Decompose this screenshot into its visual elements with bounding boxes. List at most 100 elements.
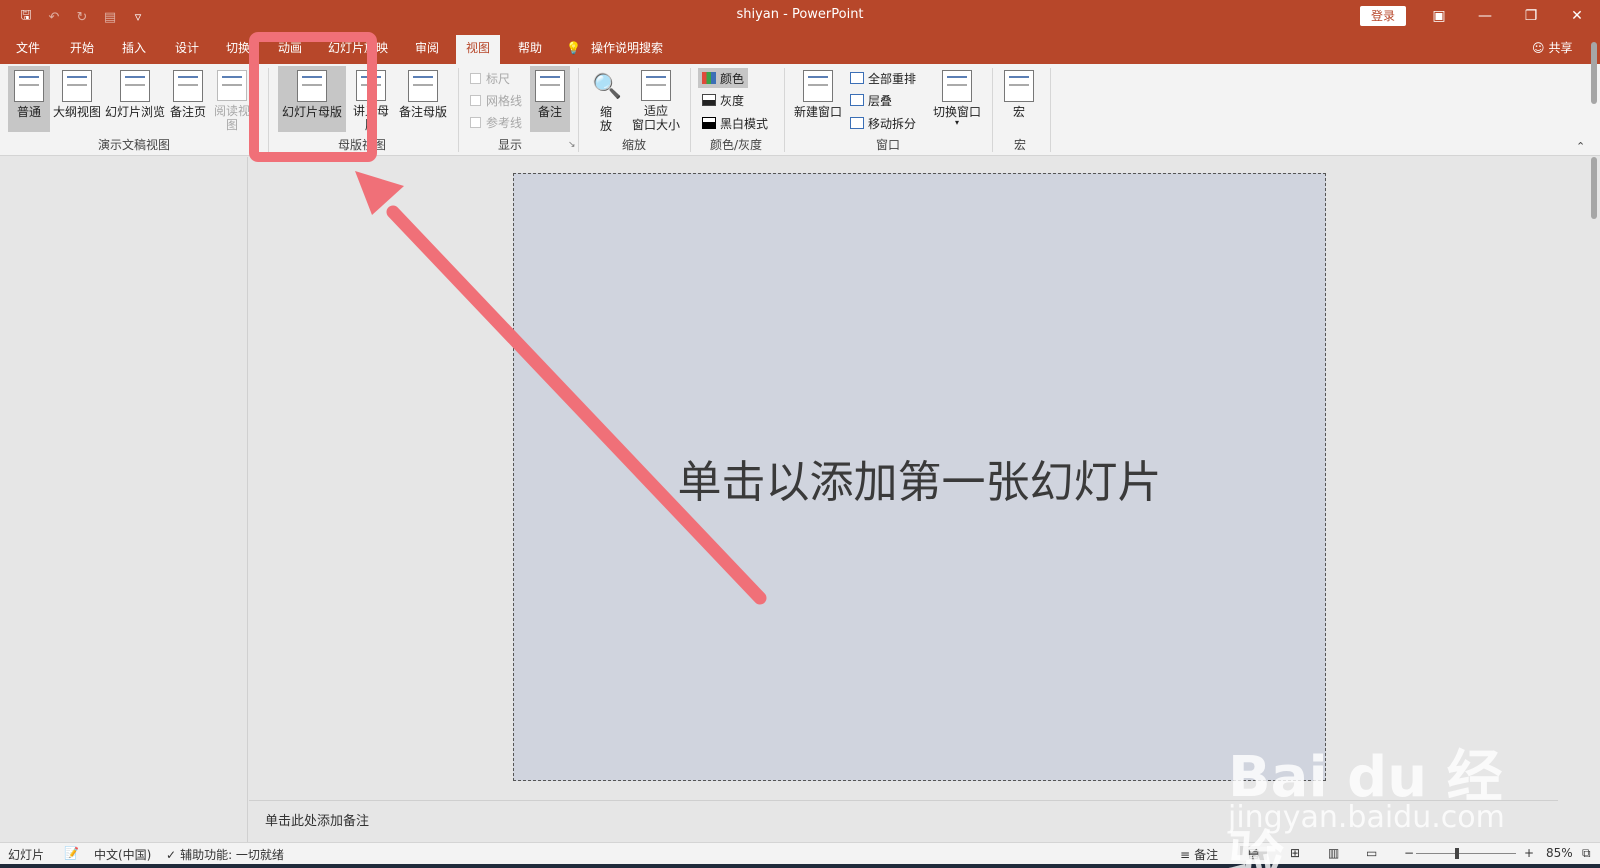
group-separator [784,68,785,152]
close-icon[interactable]: ✕ [1554,0,1600,32]
black-white-label: 黑白模式 [720,116,769,131]
tell-me-label: 操作说明搜索 [590,41,663,55]
title-bar: 🖫 ↶ ↻ ▤ ▿ shiyan - PowerPoint 登录 ▣ — ❐ ✕ [0,0,1600,32]
notes-page-icon [173,70,203,102]
tab-view[interactable]: 视图 [456,35,501,64]
reading-view-button[interactable]: 阅读视图 [210,66,254,132]
group-label-color: 颜色/灰度 [710,138,763,152]
outline-view-label: 大纲视图 [52,105,101,119]
notes-master-icon [408,70,438,102]
tab-review[interactable]: 审阅 [415,39,439,64]
gridlines-checkbox-box [470,95,481,106]
normal-view-button[interactable]: 普通 [8,66,50,132]
black-white-button[interactable]: 黑白模式 [698,113,772,133]
outline-view-icon [62,70,92,102]
collapse-ribbon-icon[interactable]: ⌃ [1576,140,1585,153]
slide-master-icon [297,70,327,102]
color-swatch-icon [702,72,716,84]
vertical-scrollbar[interactable] [1588,157,1600,842]
spelling-check-icon[interactable]: 📝 [64,846,79,860]
notes-icon [535,70,565,102]
magnifier-icon: 🔍 [592,72,622,100]
new-window-icon [803,70,833,102]
slide-sorter-icon [120,70,150,102]
slide-indicator[interactable]: 幻灯片 [8,846,44,863]
baidu-jingyan-watermark: Bai du 经验 jingyan.baidu.com [1228,700,1528,868]
normal-view-label: 普通 [16,105,41,119]
restore-icon[interactable]: ❐ [1508,0,1554,32]
guides-checkbox[interactable]: 参考线 [470,114,522,131]
switch-window-icon [942,70,972,102]
tab-help[interactable]: 帮助 [518,39,542,64]
notes-master-button[interactable]: 备注母版 [398,66,448,132]
reading-view-icon [217,70,247,101]
zoom-button[interactable]: 🔍 缩 放 [588,66,624,133]
ribbon-display-options-icon[interactable]: ▣ [1416,0,1462,32]
group-label-presentation-views: 演示文稿视图 [98,138,171,152]
move-split-button[interactable]: 移动拆分 [846,113,920,133]
normal-view-icon [14,70,44,102]
slide-master-label: 幻灯片母版 [281,105,342,119]
fit-to-window-label: 适应 窗口大小 [631,104,680,132]
handout-master-icon [356,70,386,101]
slide-thumbnail-pane[interactable] [0,157,248,842]
slide-sorter-label: 幻灯片浏览 [104,105,165,119]
notes-page-label: 备注页 [169,105,206,119]
black-white-icon [702,117,716,129]
grayscale-icon [702,94,716,106]
notes-page-button[interactable]: 备注页 [168,66,208,132]
grayscale-label: 灰度 [720,93,745,108]
group-separator [1050,68,1051,152]
gridlines-checkbox[interactable]: 网格线 [470,92,522,109]
minimize-icon[interactable]: — [1462,0,1508,32]
arrange-all-icon [850,72,864,84]
cascade-label: 层叠 [868,93,893,108]
macros-button[interactable]: 宏 [1000,66,1038,132]
color-mode-button[interactable]: 颜色 [698,68,749,88]
group-label-window: 窗口 [876,138,901,152]
cascade-button[interactable]: 层叠 [846,90,896,110]
ribbon-scrollbar-thumb[interactable] [1591,42,1597,104]
accessibility-label: 辅助功能: 一切就绪 [180,848,284,862]
scrollbar-thumb[interactable] [1591,157,1597,219]
color-mode-label: 颜色 [720,71,745,86]
zoom-level[interactable]: 85% [1546,846,1573,860]
ribbon-view: 普通 大纲视图 幻灯片浏览 备注页 阅读视图 演示文稿视图 幻灯片母版 讲义母版… [0,64,1600,156]
tab-file[interactable]: 文件 [16,39,40,64]
new-window-label: 新建窗口 [793,105,842,119]
macros-label: 宏 [1012,105,1025,119]
tab-transitions[interactable]: 切换 [226,39,250,64]
notes-toggle-button[interactable]: 备注 [530,66,570,132]
ruler-checkbox[interactable]: 标尺 [470,70,510,87]
tab-slideshow[interactable]: 幻灯片放映 [328,39,388,64]
fit-to-window-button[interactable]: 适应 窗口大小 [628,66,684,132]
tell-me-search[interactable]: 💡 操作说明搜索 [566,39,663,56]
accessibility-status[interactable]: ✓ 辅助功能: 一切就绪 [166,846,284,863]
login-button[interactable]: 登录 [1360,6,1406,26]
empty-slide-placeholder[interactable]: 单击以添加第一张幻灯片 [513,173,1326,781]
grayscale-button[interactable]: 灰度 [698,90,748,110]
language-indicator[interactable]: 中文(中国) [94,846,151,863]
notes-status-button[interactable]: ≡ 备注 [1180,846,1218,863]
outline-view-button[interactable]: 大纲视图 [52,66,102,132]
tab-animations[interactable]: 动画 [278,39,302,64]
tab-insert[interactable]: 插入 [122,39,146,64]
lightbulb-icon: 💡 [566,40,581,55]
guides-label: 参考线 [486,116,523,130]
slide-master-button[interactable]: 幻灯片母版 [278,66,346,132]
show-dialog-launcher-icon[interactable]: ↘ [568,140,576,150]
group-separator [268,68,269,152]
group-label-show: 显示 [498,138,523,152]
new-window-button[interactable]: 新建窗口 [792,66,844,132]
move-split-label: 移动拆分 [868,116,917,131]
handout-master-button[interactable]: 讲义母版 [348,66,394,132]
person-icon: ☺ [1532,40,1545,55]
tab-design[interactable]: 设计 [175,39,199,64]
share-button[interactable]: ☺ 共享 [1532,39,1573,56]
group-label-macros: 宏 [1014,138,1027,152]
tab-home[interactable]: 开始 [70,39,94,64]
arrange-all-button[interactable]: 全部重排 [846,68,920,88]
fit-slide-icon[interactable]: ⧉ [1582,846,1591,861]
slide-sorter-button[interactable]: 幻灯片浏览 [104,66,166,132]
switch-window-button[interactable]: 切换窗口 ▾ [930,66,984,132]
